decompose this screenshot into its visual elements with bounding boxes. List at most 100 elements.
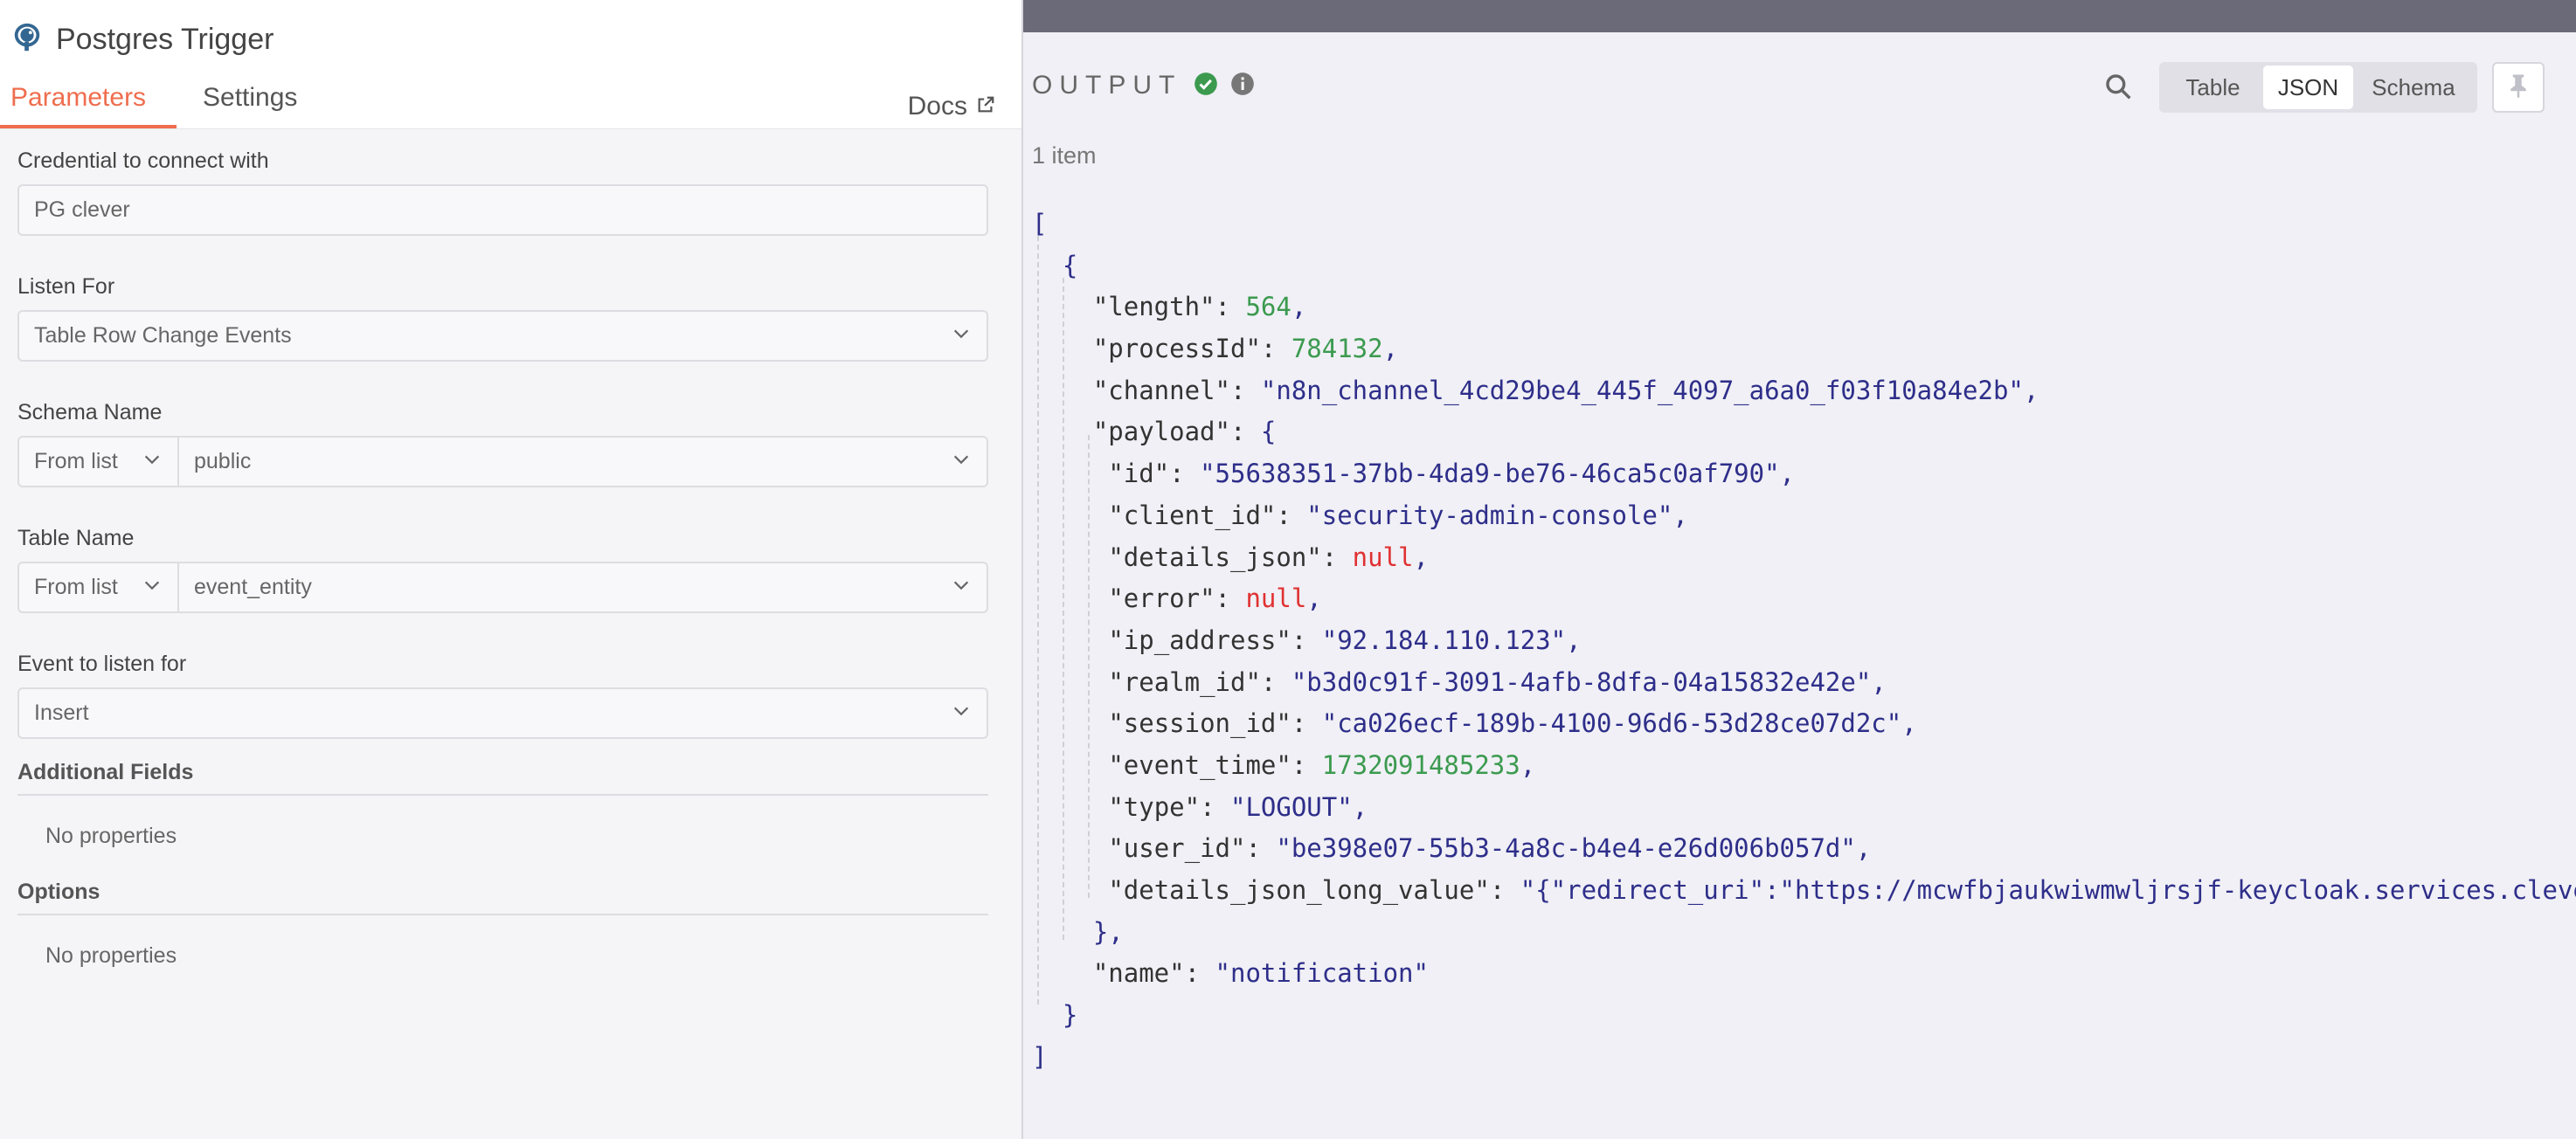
credential-group: Credential to connect with PG clever	[17, 148, 988, 236]
json-key: "details_json"	[1108, 542, 1322, 572]
json-value: "92.184.110.123"	[1321, 625, 1567, 655]
pin-data-button[interactable]	[2492, 62, 2545, 113]
chevron-down-icon	[953, 581, 969, 590]
search-icon[interactable]	[2104, 72, 2132, 105]
json-value: "notification"	[1215, 958, 1429, 989]
json-bracket: ]	[1032, 1041, 1048, 1072]
json-line: "details_json_long_value": "{"redirect_u…	[1032, 870, 2576, 912]
json-value: null	[1245, 583, 1307, 614]
json-value: "security-admin-console"	[1306, 500, 1673, 530]
table-mode-value: From list	[34, 575, 118, 599]
json-value: {	[1260, 417, 1277, 447]
json-line: "realm_id": "b3d0c91f-3091-4afb-8dfa-04a…	[1108, 666, 1887, 697]
json-line: "length": 564,	[1092, 292, 1307, 322]
json-key: "name"	[1092, 958, 1185, 989]
event-group: Event to listen for Insert	[17, 652, 988, 739]
json-key: "details_json_long_value"	[1108, 875, 1490, 905]
json-key: "client_id"	[1108, 500, 1277, 530]
view-schema-button[interactable]: Schema	[2353, 66, 2474, 109]
view-switcher: Table JSON Schema	[2159, 62, 2477, 113]
table-value: event_entity	[194, 575, 312, 599]
chevron-down-icon	[953, 455, 969, 464]
chevron-down-icon	[953, 329, 969, 338]
docs-label: Docs	[907, 92, 967, 121]
pin-icon	[2507, 72, 2530, 103]
json-value: "55638351-37bb-4da9-be76-46ca5c0af790"	[1200, 459, 1780, 489]
json-key: "session_id"	[1108, 708, 1291, 739]
json-value: null	[1352, 542, 1414, 572]
json-line: "name": "notification"	[1092, 958, 1429, 989]
parameters-form: Credential to connect with PG clever Lis…	[17, 148, 988, 999]
json-line: ]	[1032, 1037, 2576, 1079]
canvas-strip	[1023, 0, 2576, 32]
json-key: "id"	[1108, 459, 1170, 489]
node-title: Postgres Trigger	[10, 21, 274, 59]
json-viewer: [ { "length": 564, "processId": 784132, …	[1032, 204, 2576, 1078]
tab-settings[interactable]: Settings	[203, 76, 297, 128]
json-line: [	[1032, 204, 2576, 245]
schema-mode-select[interactable]: From list	[19, 438, 179, 486]
view-table-button[interactable]: Table	[2163, 66, 2263, 109]
schema-select[interactable]: public	[179, 438, 987, 486]
json-value: "be398e07-55b3-4a8c-b4e4-e26d006b057d"	[1276, 833, 1856, 864]
tab-parameters[interactable]: Parameters	[0, 76, 177, 128]
panel-tabs: Parameters Settings Docs	[0, 76, 1021, 128]
table-select[interactable]: event_entity	[179, 563, 987, 611]
table-label: Table Name	[17, 526, 135, 550]
json-bracket: },	[1092, 916, 1124, 947]
additional-fields-header: Additional Fields	[17, 760, 988, 796]
output-title: OUTPUT	[1032, 71, 1182, 100]
json-value: "{"redirect_uri":"https://mcwfbjaukwiwmw…	[1520, 875, 2576, 905]
chevron-down-icon	[144, 455, 160, 464]
json-value: "LOGOUT"	[1230, 791, 1353, 822]
credential-label: Credential to connect with	[17, 148, 269, 173]
json-bracket: {	[1062, 250, 1078, 280]
json-value: 564	[1245, 292, 1291, 322]
docs-link[interactable]: Docs	[908, 92, 995, 121]
json-key: "type"	[1108, 791, 1201, 822]
indent-guide	[1063, 278, 1064, 940]
json-bracket: [	[1032, 209, 1048, 238]
node-name[interactable]: Postgres Trigger	[56, 23, 274, 57]
schema-label: Schema Name	[17, 400, 163, 425]
table-mode-select[interactable]: From list	[19, 563, 179, 611]
postgres-elephant-icon	[10, 21, 44, 59]
json-line: }	[1032, 995, 2576, 1037]
json-line: "ip_address": "92.184.110.123",	[1108, 625, 1582, 655]
table-locator: From list event_entity	[17, 562, 988, 613]
panel-header: Postgres Trigger Parameters Settings Doc…	[0, 0, 1021, 129]
event-select[interactable]: Insert	[17, 687, 988, 739]
listen-for-group: Listen For Table Row Change Events	[17, 274, 988, 362]
schema-mode-value: From list	[34, 449, 118, 473]
event-label: Event to listen for	[17, 652, 187, 676]
success-check-icon	[1194, 72, 1218, 100]
external-link-icon	[976, 92, 995, 121]
output-panel: OUTPUT Table JSON Schema 1 item [ { "len…	[1023, 32, 2576, 1139]
json-value: "n8n_channel_4cd29be4_445f_4097_a6a0_f03…	[1260, 375, 2024, 405]
options-empty: No properties	[45, 943, 177, 968]
credential-select[interactable]: PG clever	[17, 184, 988, 236]
listen-for-select[interactable]: Table Row Change Events	[17, 310, 988, 362]
json-value: "b3d0c91f-3091-4afb-8dfa-04a15832e42e"	[1291, 666, 1872, 697]
listen-for-label: Listen For	[17, 274, 115, 299]
table-group: Table Name From list event_entity	[17, 526, 988, 613]
json-line: "error": null,	[1108, 583, 1322, 614]
json-key: "event_time"	[1108, 749, 1291, 780]
json-line: "id": "55638351-37bb-4da9-be76-46ca5c0af…	[1108, 459, 1796, 489]
info-icon[interactable]	[1230, 72, 1255, 100]
json-key: "channel"	[1092, 375, 1230, 405]
view-json-button[interactable]: JSON	[2263, 66, 2353, 109]
json-value: 784132	[1291, 334, 1383, 364]
json-line: "payload": {	[1092, 417, 1277, 447]
json-key: "length"	[1092, 292, 1215, 322]
chevron-down-icon	[144, 581, 160, 590]
json-line: "session_id": "ca026ecf-189b-4100-96d6-5…	[1108, 708, 1917, 739]
json-key: "user_id"	[1108, 833, 1246, 864]
json-line: "processId": 784132,	[1092, 334, 1399, 364]
chevron-down-icon	[953, 707, 969, 715]
json-line: {	[1032, 245, 2576, 287]
json-key: "realm_id"	[1108, 666, 1261, 697]
json-line: "user_id": "be398e07-55b3-4a8c-b4e4-e26d…	[1108, 833, 1872, 864]
indent-guide	[1088, 435, 1090, 898]
additional-fields-empty: No properties	[45, 824, 177, 848]
